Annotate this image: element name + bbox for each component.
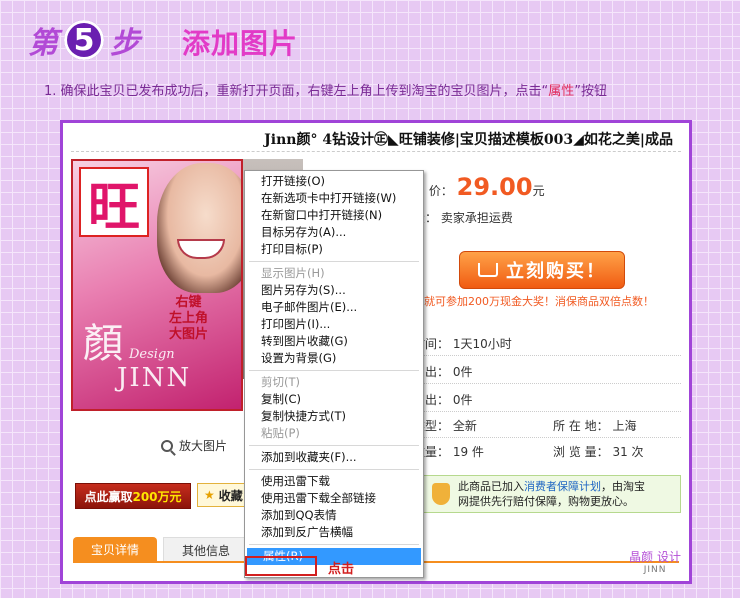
menu-item-disabled: 显示图片(H) bbox=[261, 266, 325, 280]
image-annotation: 右键 左上角 大图片 bbox=[169, 295, 208, 343]
zoom-label: 放大图片 bbox=[179, 439, 228, 453]
menu-separator bbox=[249, 445, 419, 446]
price-unit: 元 bbox=[532, 184, 545, 198]
instruction-before: 1. 确保此宝贝已发布成功后，重新打开页面，右键左上角上传到淘宝的宝贝图片，点击… bbox=[44, 84, 549, 99]
type-value: 全新 bbox=[452, 419, 477, 433]
image-note-line: 右键 bbox=[175, 295, 202, 310]
divider bbox=[413, 437, 681, 438]
location-row: 所 在 地： 上海 bbox=[553, 417, 636, 434]
step-suffix: 步 bbox=[110, 26, 140, 61]
price-value: 29.00 bbox=[456, 173, 533, 201]
favorite-label: 收藏 bbox=[218, 488, 243, 503]
shield-icon bbox=[432, 483, 450, 505]
location-label: 所 在 地： bbox=[553, 419, 609, 433]
brand-name: 晶颜 设计 bbox=[629, 550, 681, 564]
click-annotation: 点击 bbox=[328, 562, 355, 577]
jinn-watermark: JINN bbox=[117, 363, 192, 393]
menu-item[interactable]: 图片另存为(S)... bbox=[245, 282, 423, 299]
instruction-text: 1. 确保此宝贝已发布成功后，重新打开页面，右键左上角上传到淘宝的宝贝图片，点击… bbox=[44, 80, 607, 99]
instruction-after: ”按钮 bbox=[574, 84, 608, 99]
model-photo bbox=[157, 163, 241, 293]
guarantee-after: ，由淘宝 bbox=[601, 480, 645, 493]
divider bbox=[71, 151, 681, 152]
step-title: 第 5 步 bbox=[28, 18, 140, 62]
product-title: Jinn颜° 4钻设计㊣◣旺铺装修|宝贝描述模板003◢如花之美|成品 bbox=[264, 132, 673, 148]
menu-item[interactable]: 转到图片收藏(G) bbox=[245, 333, 423, 350]
price-row: 口 价： 29.00元 bbox=[413, 173, 545, 201]
product-main-image[interactable]: 旺 右键 左上角 大图片 顏 Design JINN bbox=[71, 159, 243, 411]
prize-label: 点此赢取 bbox=[84, 489, 133, 504]
image-note-line: 大图片 bbox=[169, 327, 209, 342]
menu-item-disabled: 粘贴(P) bbox=[261, 426, 300, 440]
sold-value: 0件 bbox=[452, 393, 473, 407]
menu-separator bbox=[249, 370, 419, 371]
menu-item[interactable]: 电子邮件图片(E)... bbox=[245, 299, 423, 316]
brand-sub: JINN bbox=[643, 565, 667, 575]
views-row: 浏 览 量： 31 次 bbox=[553, 443, 644, 460]
shipping-value: 卖家承担运费 bbox=[440, 211, 513, 225]
buy-now-label: 立刻购买！ bbox=[506, 261, 606, 282]
buy-now-button[interactable]: 立刻购买！ bbox=[459, 251, 625, 289]
location-value: 上海 bbox=[612, 419, 637, 433]
menu-separator bbox=[249, 544, 419, 545]
context-menu: 打开链接(O) 在新选项卡中打开链接(W) 在新窗口中打开链接(N) 目标另存为… bbox=[244, 170, 424, 578]
menu-separator bbox=[249, 469, 419, 470]
menu-item[interactable]: 目标另存为(A)... bbox=[245, 224, 423, 241]
step-prefix: 第 bbox=[28, 26, 58, 61]
guarantee-box: 此商品已加入消费者保障计划，由淘宝 网提供先行赔付保障，购物更放心。 bbox=[423, 475, 681, 513]
divider bbox=[413, 355, 681, 356]
menu-separator bbox=[249, 261, 419, 262]
menu-item[interactable]: 使用迅雷下载 bbox=[245, 473, 423, 490]
menu-item-disabled: 剪切(T) bbox=[261, 375, 300, 389]
menu-item[interactable]: 复制快捷方式(T) bbox=[245, 408, 423, 425]
tab-other-info[interactable]: 其他信息 bbox=[163, 537, 249, 562]
menu-item[interactable]: 打印图片(I)... bbox=[245, 316, 423, 333]
highlight-box bbox=[245, 556, 317, 576]
menu-item[interactable]: 添加到收藏夹(F)... bbox=[245, 449, 423, 466]
divider bbox=[413, 383, 681, 384]
shipping-row: 费： 卖家承担运费 bbox=[413, 209, 513, 226]
step-number-badge: 5 bbox=[64, 20, 104, 60]
prize-button[interactable]: 点此赢取 200万元 bbox=[75, 483, 191, 509]
menu-item[interactable]: 添加到反广告横幅 bbox=[245, 524, 423, 541]
instruction-highlight: 属性 bbox=[548, 84, 575, 99]
menu-item[interactable]: 在新窗口中打开链接(N) bbox=[245, 207, 423, 224]
prize-amount: 200万元 bbox=[132, 489, 182, 504]
guarantee-text: 此商品已加入消费者保障计划，由淘宝 网提供先行赔付保障，购物更放心。 bbox=[458, 479, 645, 509]
magnifier-icon bbox=[161, 439, 173, 452]
menu-item[interactable]: 打印目标(P) bbox=[245, 241, 423, 258]
menu-item[interactable]: 复制(C) bbox=[245, 391, 423, 408]
menu-item[interactable]: 使用迅雷下载全部链接 bbox=[245, 490, 423, 507]
design-watermark: Design bbox=[129, 347, 175, 362]
views-label: 浏 览 量： bbox=[553, 445, 609, 459]
guarantee-line2: 网提供先行赔付保障，购物更放心。 bbox=[458, 495, 634, 508]
sold-value: 0件 bbox=[452, 365, 473, 379]
quantity-value: 19 件 bbox=[452, 445, 484, 459]
wang-badge: 旺 bbox=[79, 167, 149, 238]
menu-item[interactable]: 打开链接(O) bbox=[245, 173, 423, 190]
zoom-link[interactable]: 放大图片 bbox=[161, 437, 227, 454]
star-icon: ★ bbox=[204, 488, 215, 502]
divider bbox=[413, 411, 681, 412]
detail-tabs: 宝贝详情 其他信息 bbox=[73, 537, 249, 562]
promo-text: 买就可参加200万现金大奖！消保商品双倍点数！ bbox=[413, 295, 654, 308]
time-value: 1天10小时 bbox=[452, 337, 512, 351]
menu-item[interactable]: 添加到QQ表情 bbox=[245, 507, 423, 524]
tab-details[interactable]: 宝贝详情 bbox=[73, 537, 157, 561]
menu-item[interactable]: 设置为背景(G) bbox=[245, 350, 423, 367]
brand-logo: 晶颜 设计 JINN bbox=[629, 551, 681, 577]
image-note-line: 左上角 bbox=[169, 311, 209, 326]
guarantee-before: 此商品已加入 bbox=[458, 480, 524, 493]
guarantee-plan-link[interactable]: 消费者保障计划 bbox=[524, 480, 601, 493]
menu-item[interactable]: 在新选项卡中打开链接(W) bbox=[245, 190, 423, 207]
yan-logo: 顏 bbox=[83, 321, 123, 367]
cart-icon bbox=[478, 263, 498, 277]
views-value: 31 次 bbox=[612, 445, 644, 459]
step-heading: 添加图片 bbox=[182, 27, 299, 60]
time-row: 时间： 1天10小时 bbox=[413, 335, 512, 352]
